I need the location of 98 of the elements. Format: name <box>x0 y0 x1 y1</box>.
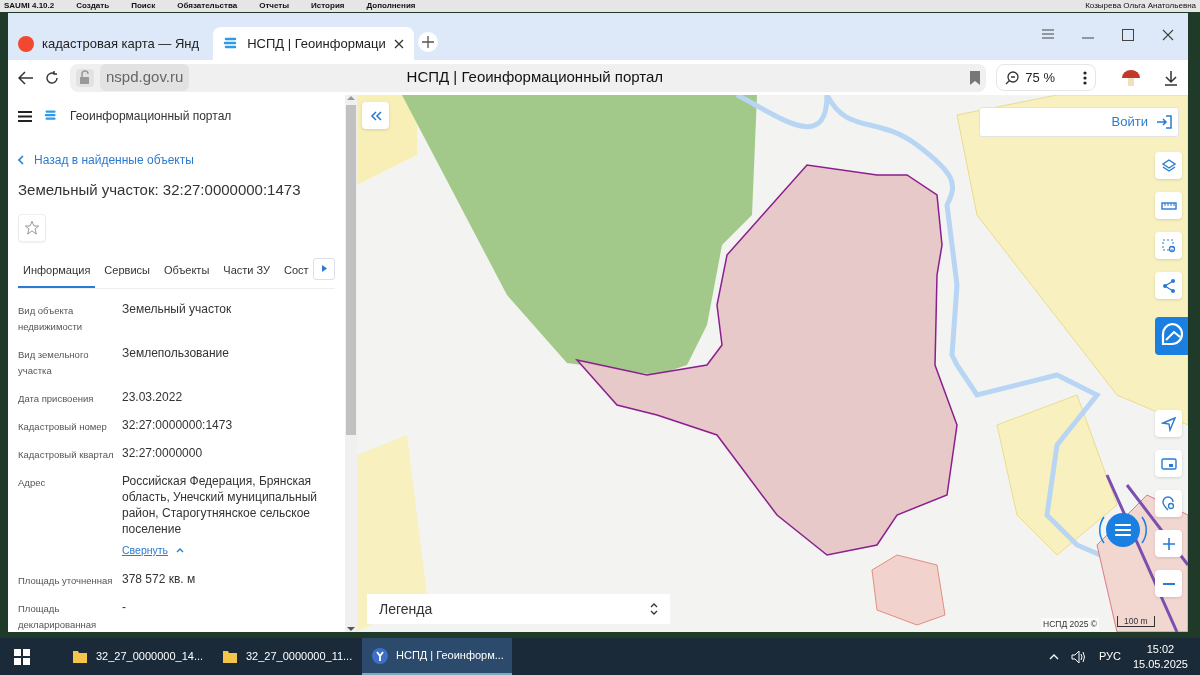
info-tab[interactable]: Сост <box>279 255 314 288</box>
folder-icon <box>72 648 88 665</box>
field-label: Дата присвоения <box>18 392 95 406</box>
chevron-left-icon <box>18 155 24 165</box>
field-label: Площадь уточненная <box>18 574 114 588</box>
scale-bar: 100 m <box>1117 616 1155 627</box>
login-icon <box>1156 115 1172 129</box>
maximize-icon[interactable] <box>1122 29 1134 41</box>
new-tab-icon[interactable] <box>417 32 438 52</box>
navigate-icon <box>1160 415 1177 432</box>
field-value: 23.03.2022 <box>122 389 184 405</box>
login-button[interactable]: Войти <box>979 107 1179 137</box>
object-heading: Земельный участок: 32:27:0000000:1473 <box>18 180 302 200</box>
chevron-up-icon[interactable] <box>1048 653 1059 660</box>
info-tab[interactable]: Части ЗУ <box>218 255 275 288</box>
stacked-logo-icon <box>44 109 58 123</box>
menu-item[interactable]: Создать <box>76 0 110 12</box>
field-value: 32:27:0000000:1473 <box>122 417 234 433</box>
scroll-down-icon[interactable] <box>347 626 355 632</box>
address-bar[interactable]: nspd.gov.ru НСПД | Геоинформационный портал <box>70 63 987 92</box>
info-tab[interactable]: Информация <box>18 255 96 288</box>
app-title: SAUMI 4.10.2 <box>4 0 55 12</box>
field-label: Кадастровый квартал <box>18 448 115 462</box>
triangle-right-icon <box>321 265 327 272</box>
field-label: Кадастровый номер <box>18 420 108 434</box>
area-search-icon <box>1160 237 1177 254</box>
clock-date[interactable]: 15.05.2025 <box>1132 656 1188 672</box>
close-icon[interactable] <box>393 38 404 49</box>
info-tab[interactable]: Объекты <box>158 255 215 288</box>
menu-item[interactable]: Обязательства <box>177 0 238 12</box>
field-value: 378 572 кв. м <box>122 571 197 587</box>
scroll-tabs-button[interactable] <box>313 257 335 280</box>
browser-tab[interactable]: НСПД | Геоинформаци <box>213 27 414 60</box>
zoom-in-button[interactable] <box>1155 530 1182 557</box>
area-search-button[interactable] <box>1155 232 1182 259</box>
padlock-icon <box>76 68 94 87</box>
download-icon[interactable] <box>1164 69 1178 86</box>
collapse-panel-button[interactable] <box>362 102 389 129</box>
back-link[interactable]: Назад в найденные объекты <box>18 151 194 169</box>
browser-tab[interactable]: кадастровая карта — Янд <box>8 27 210 60</box>
chat-bubble-badge-icon[interactable] <box>1155 317 1188 355</box>
zoom-out-button[interactable] <box>1155 570 1182 597</box>
field-label: Вид объекта недвижимости <box>18 304 84 334</box>
up-down-chevron-icon <box>650 603 658 615</box>
picture-in-picture-icon <box>1160 455 1177 472</box>
info-tab[interactable]: Сервисы <box>99 255 155 288</box>
field-label: Адрес <box>18 476 47 490</box>
star-icon <box>24 219 40 236</box>
bookmark-icon[interactable] <box>970 70 981 85</box>
field-value: Земельный участок <box>122 301 233 317</box>
user-name: Козырева Ольга Анатольевна <box>1085 0 1196 12</box>
chevron-up-icon <box>176 548 185 554</box>
clock-time[interactable]: 15:02 <box>1132 641 1188 657</box>
layers-button[interactable] <box>1155 152 1182 179</box>
location-search-icon <box>1160 495 1177 512</box>
zoom-in-icon <box>1160 535 1177 552</box>
zoom-out-icon <box>1005 70 1020 85</box>
more-icon[interactable] <box>1083 70 1087 85</box>
y-logo-icon <box>372 647 388 664</box>
taskbar-item[interactable]: 32_27_0000000_14... <box>62 638 212 675</box>
navigate-button[interactable] <box>1155 410 1182 437</box>
speaker-icon[interactable] <box>1070 649 1087 664</box>
taskbar-item[interactable]: НСПД | Геоинформ... <box>362 638 512 675</box>
field-value: Землепользование <box>122 345 230 361</box>
field-value: 32:27:0000000 <box>122 445 204 461</box>
taskbar-item[interactable]: 32_27_0000000_11... <box>212 638 362 675</box>
field-value: Российская Федерация, Брянская область, Унечский муниципальный район, Старогутнянское сельское поселение <box>122 473 318 537</box>
field-label: Площадь декларированная <box>18 602 98 632</box>
legend-dropdown[interactable]: Легенда <box>367 594 670 624</box>
ruler-button[interactable] <box>1155 192 1182 219</box>
zoom-out-icon <box>1162 582 1175 585</box>
location-search-button[interactable] <box>1155 490 1182 517</box>
app-title: Геоинформационный портал <box>70 108 232 125</box>
double-chevron-left-icon <box>369 110 382 121</box>
collapse-link[interactable]: Свернуть <box>122 543 185 559</box>
menu-item[interactable]: Дополнения <box>366 0 416 12</box>
menu-item[interactable]: Поиск <box>131 0 156 12</box>
attribution-text: НСПД 2025 © <box>1041 618 1100 631</box>
zoom-button[interactable]: 75 % <box>996 63 1096 92</box>
picture-in-picture-button[interactable] <box>1155 450 1182 477</box>
language-indicator[interactable]: РУС <box>1098 648 1121 665</box>
field-label: Вид земельного участка <box>18 348 90 378</box>
folder-icon <box>222 648 238 665</box>
back-arrow-icon[interactable] <box>18 70 34 85</box>
scrollbar-thumb[interactable] <box>346 105 356 435</box>
round-logo-icon <box>18 35 34 52</box>
reload-icon[interactable] <box>44 69 60 86</box>
share-icon <box>1160 277 1177 294</box>
windows-start-icon[interactable] <box>14 648 30 665</box>
share-button[interactable] <box>1155 272 1182 299</box>
page-title: НСПД | Геоинформационный портал <box>405 67 665 88</box>
menu-item[interactable]: История <box>311 0 345 12</box>
layers-icon <box>1160 157 1177 174</box>
close-icon[interactable] <box>1162 29 1174 41</box>
menu-item[interactable]: Отчеты <box>259 0 290 12</box>
field-value: - <box>122 599 127 615</box>
menu-icon[interactable] <box>18 110 32 122</box>
domain-text: nspd.gov.ru <box>100 64 190 91</box>
